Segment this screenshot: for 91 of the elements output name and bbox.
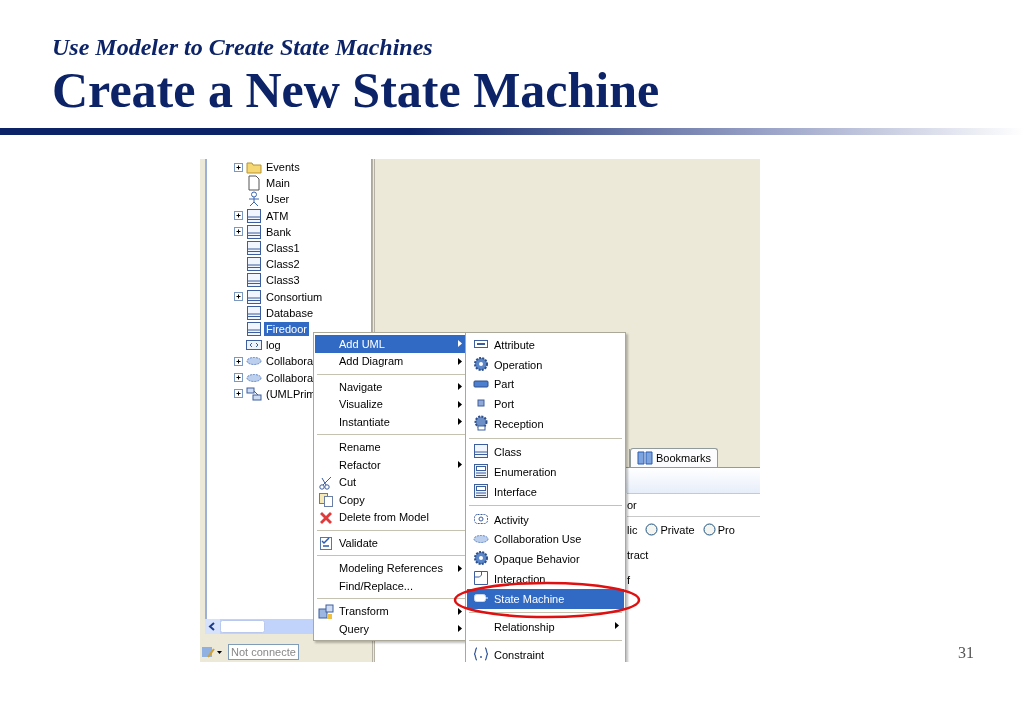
tree-item[interactable]: Bank bbox=[264, 224, 294, 239]
field-label: tract bbox=[627, 548, 649, 561]
class-icon bbox=[246, 320, 262, 337]
slide-title: Create a New State Machine bbox=[52, 62, 661, 118]
radio-label: Private bbox=[660, 523, 695, 536]
tab[interactable]: Bookmarks bbox=[630, 448, 719, 467]
menu-item[interactable]: State Machine bbox=[467, 588, 624, 609]
menu-item[interactable]: Instantiate bbox=[315, 413, 467, 431]
class-icon bbox=[246, 288, 262, 305]
gear-icon bbox=[473, 355, 489, 372]
menu-item[interactable]: Attribute bbox=[467, 335, 624, 355]
class-icon bbox=[246, 240, 262, 257]
tree-item[interactable]: Consortium bbox=[264, 289, 325, 304]
slide-subtitle: Use Modeler to Create State Machines bbox=[52, 33, 434, 62]
field-text: or bbox=[627, 499, 637, 511]
page-number: 31 bbox=[958, 644, 974, 662]
connection-field[interactable]: Not connecte bbox=[228, 644, 299, 660]
menu-item[interactable]: Query bbox=[315, 620, 467, 638]
list-icon bbox=[473, 462, 489, 479]
menu-item[interactable]: Find/Replace... bbox=[315, 577, 467, 595]
class-icon bbox=[246, 272, 262, 289]
expand-icon[interactable] bbox=[233, 291, 244, 303]
radio-button[interactable] bbox=[645, 523, 659, 536]
field-label: lic bbox=[627, 523, 638, 536]
menu-item[interactable]: Navigate bbox=[315, 378, 467, 396]
gear-icon bbox=[473, 415, 489, 432]
class-icon bbox=[246, 223, 262, 240]
braces-icon bbox=[473, 645, 489, 662]
field-label: f bbox=[627, 573, 631, 586]
menu-item[interactable]: Validate bbox=[315, 534, 467, 552]
person-icon bbox=[246, 191, 262, 208]
tree-item[interactable]: Firedoor bbox=[264, 321, 309, 336]
tree-item[interactable]: Events bbox=[264, 160, 302, 175]
cross-icon bbox=[318, 509, 334, 526]
tree-item[interactable]: log bbox=[264, 338, 283, 353]
tree-item[interactable]: Collabora bbox=[264, 370, 316, 385]
class-icon bbox=[246, 207, 262, 224]
expand-icon[interactable] bbox=[233, 210, 244, 222]
template-icon bbox=[246, 385, 262, 402]
menu-item[interactable]: Operation bbox=[467, 354, 624, 375]
expand-icon[interactable] bbox=[233, 388, 244, 400]
frame-icon bbox=[473, 570, 489, 587]
folder-icon bbox=[246, 159, 262, 176]
menu-item[interactable]: Add UML bbox=[315, 335, 467, 353]
menu-item[interactable]: Delete from Model bbox=[315, 508, 467, 526]
scrollbar-thumb[interactable] bbox=[220, 620, 265, 633]
class-icon bbox=[473, 443, 489, 460]
tree-item[interactable]: Class1 bbox=[264, 241, 302, 256]
menu-item[interactable]: Cut bbox=[315, 473, 467, 491]
radio-label: Pro bbox=[717, 523, 735, 536]
expand-icon[interactable] bbox=[233, 226, 244, 238]
class-icon bbox=[246, 256, 262, 273]
menu-item[interactable]: Opaque Behavior bbox=[467, 549, 624, 570]
expand-icon[interactable] bbox=[233, 161, 244, 173]
tree-item[interactable]: Collabora bbox=[264, 354, 316, 369]
class-icon bbox=[246, 304, 262, 321]
gear-icon bbox=[473, 550, 489, 567]
menu-item[interactable]: Interface bbox=[467, 481, 624, 502]
book-icon bbox=[637, 451, 653, 465]
tree-item[interactable]: User bbox=[264, 192, 292, 207]
menu-item[interactable]: Visualize bbox=[315, 395, 467, 413]
list-icon bbox=[473, 482, 489, 499]
document-icon bbox=[246, 175, 262, 192]
menu-item[interactable]: Constraint bbox=[467, 644, 624, 662]
copy-icon bbox=[318, 492, 334, 508]
tree-item[interactable]: ATM bbox=[264, 208, 291, 223]
expand-icon[interactable] bbox=[233, 355, 244, 367]
menu-item[interactable]: Copy bbox=[315, 491, 467, 509]
menu-item[interactable]: Port bbox=[467, 394, 624, 415]
menu-item[interactable]: Modeling References bbox=[315, 559, 467, 577]
scroll-left-icon[interactable] bbox=[205, 619, 220, 634]
menu-item[interactable]: Add Diagram bbox=[315, 352, 467, 370]
menu-item[interactable]: Part bbox=[467, 374, 624, 395]
menu-item[interactable]: Collaboration Use bbox=[467, 529, 624, 550]
menu-item[interactable]: Refactor bbox=[315, 456, 467, 474]
tree-item[interactable]: Database bbox=[264, 305, 316, 320]
tree-item[interactable]: Main bbox=[264, 176, 292, 191]
boxes-icon bbox=[318, 603, 334, 620]
menu-item[interactable]: Rename bbox=[315, 438, 467, 456]
menu-item[interactable]: Relationship bbox=[467, 616, 624, 637]
radio-button[interactable] bbox=[702, 523, 716, 536]
menu-item[interactable]: Interaction bbox=[467, 569, 624, 589]
menu-item[interactable]: Class bbox=[467, 442, 624, 462]
menu-item[interactable]: Reception bbox=[467, 414, 624, 434]
expand-icon[interactable] bbox=[233, 372, 244, 384]
checklist-icon bbox=[318, 535, 334, 551]
tree-item[interactable]: Class2 bbox=[264, 257, 302, 272]
tree-item[interactable]: Class3 bbox=[264, 273, 302, 288]
menu-item[interactable]: Enumeration bbox=[467, 461, 624, 482]
menu-item[interactable]: Activity bbox=[467, 509, 624, 530]
scissors-icon bbox=[318, 474, 334, 491]
